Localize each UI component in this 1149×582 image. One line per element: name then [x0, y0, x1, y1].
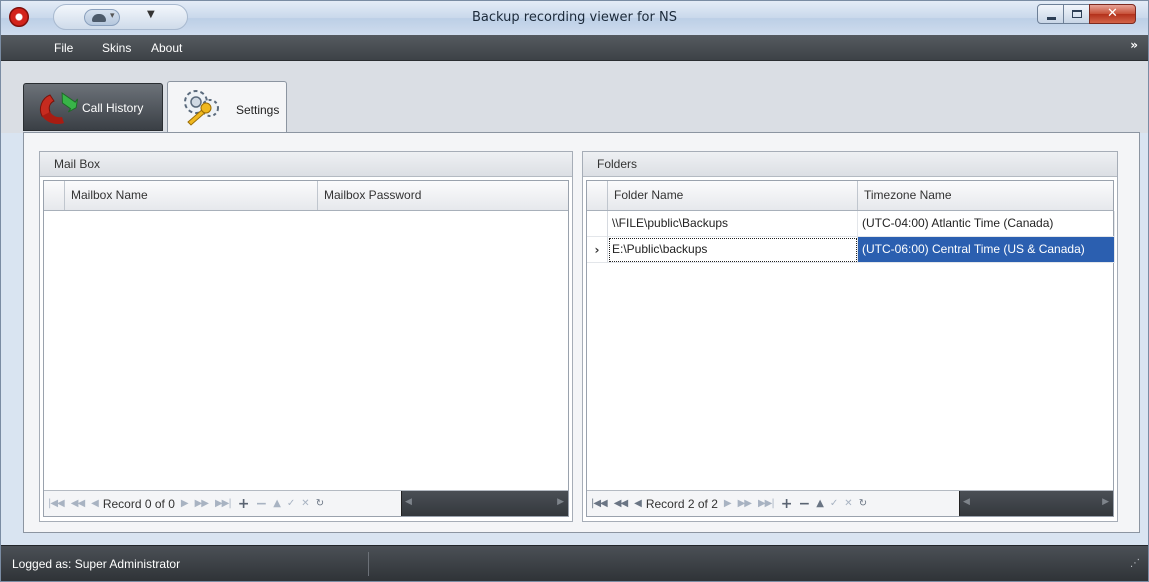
mailbox-navigator: |◀◀ ◀◀ ◀ Record 0 of 0 ▶ ▶▶ ▶▶| + − ▲ ✓ …: [44, 490, 568, 516]
first-record-icon[interactable]: |◀◀: [48, 498, 65, 509]
tab-strip: Call History Settings: [1, 61, 1148, 133]
table-row[interactable]: \\FILE\public\Backups (UTC-04:00) Atlant…: [587, 211, 1115, 237]
folders-navigator: |◀◀ ◀◀ ◀ Record 2 of 2 ▶ ▶▶ ▶▶| + − ▲ ✓ …: [587, 490, 1113, 516]
edit-icon[interactable]: ▲: [816, 498, 824, 509]
cancel-icon[interactable]: ✕: [844, 498, 852, 509]
maximize-button[interactable]: [1063, 4, 1090, 24]
status-divider: [368, 552, 369, 576]
maximize-icon: [1072, 10, 1082, 18]
delete-icon[interactable]: −: [255, 496, 267, 512]
prev-record-icon[interactable]: ◀: [634, 498, 642, 509]
append-icon[interactable]: +: [238, 496, 250, 512]
window-title: Backup recording viewer for NS: [472, 10, 677, 25]
horizontal-scrollbar[interactable]: ◀ ▶: [401, 491, 568, 516]
refresh-icon[interactable]: ↻: [316, 498, 324, 509]
menu-bar: File Skins About »: [1, 35, 1148, 61]
group-title: Mail Box: [40, 152, 572, 177]
column-timezone-name[interactable]: Timezone Name: [858, 181, 1115, 210]
next-record-icon[interactable]: ▶: [181, 498, 189, 509]
window-controls: ✕: [1037, 4, 1136, 26]
minimize-button[interactable]: [1037, 4, 1064, 24]
tab-settings[interactable]: Settings: [167, 81, 287, 132]
prev-page-icon[interactable]: ◀◀: [614, 498, 628, 509]
cell-timezone-name[interactable]: (UTC-04:00) Atlantic Time (Canada): [858, 211, 1115, 237]
refresh-icon[interactable]: ↻: [859, 498, 867, 509]
column-mailbox-name[interactable]: Mailbox Name: [65, 181, 318, 210]
delete-icon[interactable]: −: [798, 496, 810, 512]
minimize-icon: [1047, 17, 1056, 20]
first-record-icon[interactable]: |◀◀: [591, 498, 608, 509]
scroll-right-icon[interactable]: ▶: [1102, 497, 1109, 507]
tab-call-history[interactable]: Call History: [23, 83, 163, 131]
scroll-right-icon[interactable]: ▶: [557, 497, 564, 507]
row-indicator[interactable]: [587, 211, 608, 237]
group-title: Folders: [583, 152, 1117, 177]
size-grip-icon[interactable]: ⋰: [1130, 558, 1140, 569]
column-mailbox-password[interactable]: Mailbox Password: [318, 181, 569, 210]
post-icon[interactable]: ✓: [287, 498, 295, 509]
menu-about[interactable]: About: [151, 41, 182, 55]
close-icon: ✕: [1107, 6, 1118, 21]
gear-wrench-icon: [184, 90, 219, 126]
next-page-icon[interactable]: ▶▶: [738, 498, 752, 509]
record-counter: Record 0 of 0: [102, 496, 175, 511]
append-icon[interactable]: +: [781, 496, 793, 512]
folders-group: Folders Folder Name Timezone Name \\FILE…: [582, 151, 1118, 522]
prev-page-icon[interactable]: ◀◀: [71, 498, 85, 509]
next-page-icon[interactable]: ▶▶: [195, 498, 209, 509]
row-indicator-header: [44, 181, 65, 210]
menu-file[interactable]: File: [54, 41, 73, 55]
edit-icon[interactable]: ▲: [273, 498, 281, 509]
cell-folder-name[interactable]: E:\Public\backups: [608, 237, 858, 263]
current-row-indicator-icon[interactable]: ›: [587, 237, 608, 263]
logged-user-status: Logged as: Super Administrator: [12, 557, 181, 571]
cancel-icon[interactable]: ✕: [301, 498, 309, 509]
cell-folder-name[interactable]: \\FILE\public\Backups: [608, 211, 858, 237]
table-row-current[interactable]: › E:\Public\backups (UTC-06:00) Central …: [587, 237, 1115, 263]
column-folder-name[interactable]: Folder Name: [608, 181, 858, 210]
menu-skins[interactable]: Skins: [102, 41, 131, 55]
mailbox-group: Mail Box Mailbox Name Mailbox Password |…: [39, 151, 573, 522]
prev-record-icon[interactable]: ◀: [91, 498, 99, 509]
last-record-icon[interactable]: ▶▶|: [758, 498, 775, 509]
folders-grid[interactable]: Folder Name Timezone Name \\FILE\public\…: [586, 180, 1115, 517]
grid-header: Folder Name Timezone Name: [587, 181, 1113, 211]
expand-menu-icon[interactable]: »: [1130, 38, 1138, 52]
record-counter: Record 2 of 2: [645, 496, 718, 511]
last-record-icon[interactable]: ▶▶|: [215, 498, 232, 509]
app-window: ▾ ▼ Backup recording viewer for NS ✕ Fil…: [0, 0, 1149, 582]
tab-label: Settings: [236, 103, 280, 117]
scroll-left-icon[interactable]: ◀: [963, 497, 970, 507]
post-icon[interactable]: ✓: [830, 498, 838, 509]
status-bar: Logged as: Super Administrator ⋰: [1, 545, 1148, 581]
scroll-left-icon[interactable]: ◀: [405, 497, 412, 507]
cell-timezone-name[interactable]: (UTC-06:00) Central Time (US & Canada): [858, 237, 1115, 263]
tab-label: Call History: [82, 101, 144, 115]
title-bar[interactable]: ▾ ▼ Backup recording viewer for NS ✕: [1, 1, 1148, 35]
grid-header: Mailbox Name Mailbox Password: [44, 181, 568, 211]
settings-panel: Mail Box Mailbox Name Mailbox Password |…: [23, 132, 1140, 533]
next-record-icon[interactable]: ▶: [724, 498, 732, 509]
row-indicator-header: [587, 181, 608, 210]
horizontal-scrollbar[interactable]: ◀ ▶: [959, 491, 1113, 516]
phone-icon: [39, 92, 78, 125]
close-button[interactable]: ✕: [1089, 4, 1136, 24]
mailbox-grid[interactable]: Mailbox Name Mailbox Password |◀◀ ◀◀ ◀ R…: [43, 180, 569, 517]
